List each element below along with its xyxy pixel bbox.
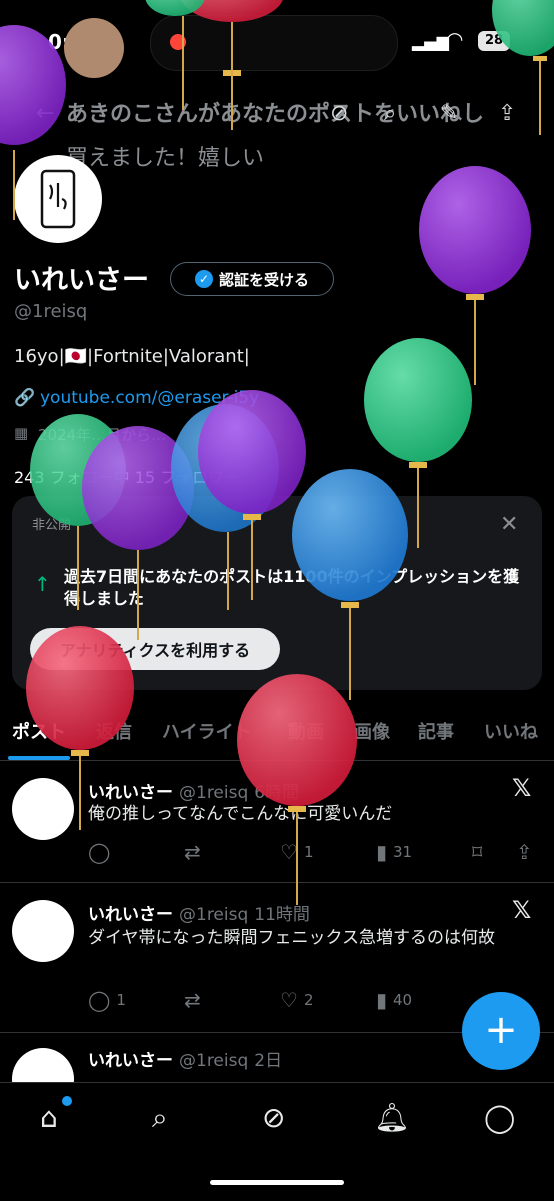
post-avatar[interactable] <box>12 900 74 962</box>
share-icon: ⇪ <box>516 840 533 864</box>
post-item[interactable]: いれいさー @1reisq 6時間 𝕏 俺の推しってなんでこんなに可愛いんだ ◯ ⇄… <box>0 762 554 883</box>
views-icon: ▮ <box>376 988 388 1012</box>
post-handle: @1reisq <box>179 1051 249 1071</box>
notification-text: あきのこさんがあなたのポストをいいねし <box>66 102 485 127</box>
bookmark-icon: ⌑ <box>472 840 483 864</box>
active-tab-indicator <box>8 756 70 760</box>
analytics-text: 過去7日間にあなたのポストは1100件のインプレッションを獲得しました <box>64 567 520 608</box>
repost-icon: ⇄ <box>184 840 201 864</box>
views-button[interactable]: ▮ 31 <box>376 840 412 864</box>
x-logo-icon: 𝕏 <box>512 896 532 924</box>
close-icon[interactable]: ✕ <box>500 512 518 537</box>
profile-link[interactable]: youtube.com/@eraser-i5y <box>40 388 259 408</box>
messages-icon[interactable]: ◯ <box>484 1101 515 1134</box>
profile-tabs: ポスト 返信 ハイライト 動画 画像 記事 いいね <box>0 712 554 761</box>
tab-articles[interactable]: 記事 <box>418 718 454 744</box>
view-count: 31 <box>393 843 413 861</box>
post-time: 11時間 <box>254 905 310 925</box>
battery-indicator: 28 <box>478 31 510 51</box>
share-post-button[interactable]: ⇪ <box>516 840 533 864</box>
profile-handle: @1reisq <box>14 301 88 322</box>
recording-indicator <box>170 34 186 50</box>
header-avatar[interactable] <box>64 18 124 78</box>
post-text: ダイヤ帯になった瞬間フェニックス急増するのは何故 <box>88 928 495 948</box>
post-handle: @1reisq <box>179 905 249 925</box>
dynamic-island <box>150 15 398 71</box>
profile-joined: 2024年…月から… <box>38 426 167 444</box>
search-icon[interactable]: ⌕ <box>384 101 396 126</box>
avatar-drawing <box>40 169 76 229</box>
balloon <box>419 166 531 385</box>
calendar-icon: ▦ <box>14 424 29 442</box>
profile-name: いれいさー <box>14 265 149 296</box>
trend-up-icon: ↑ <box>34 572 51 596</box>
bell-icon[interactable]: 🔔︎ <box>374 1101 410 1134</box>
wifi-icon: ◠ <box>446 27 464 51</box>
reply-button[interactable]: ◯ 1 <box>88 988 126 1012</box>
grok-icon[interactable]: ⊘ <box>330 101 348 126</box>
views-icon: ▮ <box>376 840 388 864</box>
like-button[interactable]: ♡ 2 <box>280 988 313 1012</box>
reply-icon: ◯ <box>88 988 111 1012</box>
reply-count: 1 <box>116 991 126 1009</box>
tab-videos[interactable]: 動画 <box>288 718 324 744</box>
compose-icon[interactable]: + <box>462 992 540 1070</box>
post-time: 2日 <box>254 1051 283 1071</box>
home-indicator <box>210 1180 344 1185</box>
tab-images[interactable]: 画像 <box>354 718 390 744</box>
link-icon: 🔗 <box>14 388 36 408</box>
profile-bio: 16yo|🇯🇵|Fortnite|Valorant| <box>14 346 250 367</box>
post-avatar[interactable] <box>12 1048 74 1082</box>
reply-icon: ◯ <box>88 840 111 864</box>
like-button[interactable]: ♡ 1 <box>280 840 313 864</box>
tab-highlights[interactable]: ハイライト <box>162 718 252 744</box>
back-arrow-icon[interactable]: ← <box>36 101 54 126</box>
reply-button[interactable]: ◯ <box>88 840 116 864</box>
verified-badge-icon: ✓ <box>194 270 213 288</box>
profile-avatar[interactable] <box>14 155 102 243</box>
analytics-button[interactable]: アナリティクスを利用する <box>30 628 280 670</box>
post-author-name: いれいさー <box>88 905 173 925</box>
tab-replies[interactable]: 返信 <box>96 718 132 744</box>
x-logo-icon: 𝕏 <box>512 774 532 802</box>
grok-icon[interactable]: ⊘ <box>262 1101 285 1134</box>
like-count: 1 <box>303 843 314 861</box>
edit-icon[interactable]: ✎ <box>440 101 458 126</box>
like-count: 2 <box>303 991 314 1009</box>
tab-likes[interactable]: いいね <box>484 718 538 744</box>
views-button[interactable]: ▮ 40 <box>376 988 412 1012</box>
home-notification-dot <box>62 1096 72 1106</box>
home-icon[interactable]: ⌂ <box>40 1101 58 1134</box>
repost-button[interactable]: ⇄ <box>184 988 207 1012</box>
repost-icon: ⇄ <box>184 988 201 1012</box>
post-avatar[interactable] <box>12 778 74 840</box>
heart-icon: ♡ <box>280 988 298 1012</box>
search-icon[interactable]: ⌕ <box>152 1101 168 1135</box>
view-count: 40 <box>393 991 413 1009</box>
bookmark-button[interactable]: ⌑ <box>472 840 482 864</box>
follow-counts[interactable]: 243 フォロー中 15 フォロワー <box>14 464 240 488</box>
get-verified-button[interactable]: ✓ 認証を受ける <box>170 262 334 296</box>
share-icon[interactable]: ⇪ <box>498 101 516 126</box>
heart-icon: ♡ <box>280 840 298 864</box>
repost-button[interactable]: ⇄ <box>184 840 207 864</box>
signal-icon: ▂▄▆ <box>412 32 449 51</box>
tab-posts[interactable]: ポスト <box>12 718 66 744</box>
get-verified-label: 認証を受ける <box>218 270 309 289</box>
private-tag: 非公開 <box>32 518 72 533</box>
post-author-name: いれいさー <box>88 1051 173 1071</box>
post-text: 俺の推しってなんでこんなに可愛いんだ <box>88 804 393 824</box>
